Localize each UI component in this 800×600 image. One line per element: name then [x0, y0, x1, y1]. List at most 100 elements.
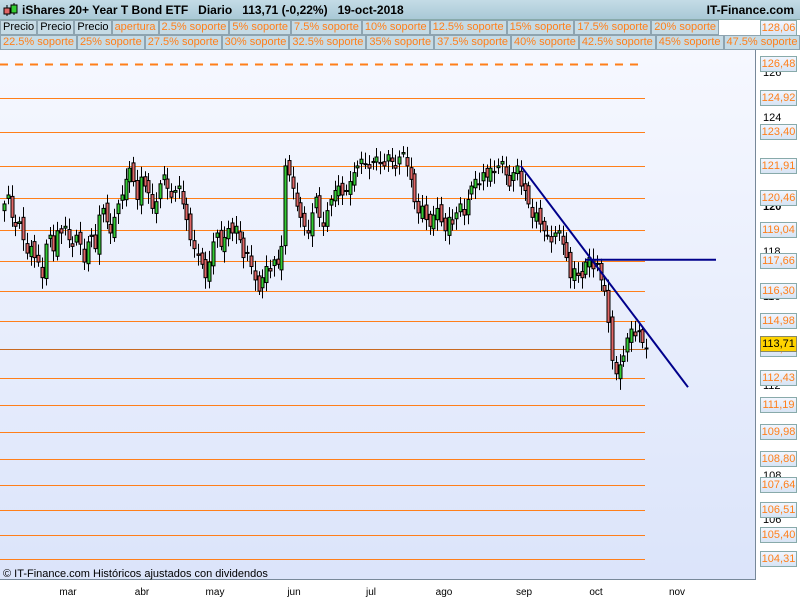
candle-body — [215, 232, 220, 238]
legend-item[interactable]: apertura — [111, 20, 159, 35]
candle-body — [97, 214, 102, 255]
candle-body — [469, 185, 474, 195]
plot-area[interactable] — [0, 50, 756, 580]
candle-body — [390, 157, 395, 162]
candle-body — [169, 190, 174, 198]
legend-item[interactable]: 17.5% soporte — [574, 20, 652, 35]
legend-item[interactable]: Precio — [0, 20, 38, 35]
candle-body — [272, 259, 277, 267]
candle-body — [488, 167, 493, 182]
candle-body — [40, 266, 45, 279]
legend-item[interactable]: 30% soporte — [221, 35, 290, 50]
candle-body — [127, 167, 132, 183]
legend-row-2: 22.5% soporte 25% soporte 27.5% soporte 30%… — [0, 35, 800, 50]
candle-body — [154, 201, 159, 214]
legend-item[interactable]: 37.5% soporte — [434, 35, 512, 50]
price-axis: 126124122120118116114112110108106128,061… — [757, 20, 800, 580]
legend-item[interactable]: 20% soporte — [651, 20, 720, 35]
candle-body — [424, 204, 429, 221]
candle-body — [10, 195, 15, 218]
chart-title: iShares 20+ Year T Bond ETF Diario 113,7… — [22, 3, 404, 17]
candle-body — [481, 172, 486, 182]
candle-body — [644, 347, 649, 350]
candle-body — [336, 185, 341, 197]
legend-item[interactable]: 12.5% soporte — [429, 20, 507, 35]
legend-item[interactable]: 27.5% soporte — [144, 35, 222, 50]
legend-item[interactable]: 2.5% soporte — [158, 20, 230, 35]
candle-body — [150, 194, 155, 209]
candle-body — [82, 248, 87, 263]
candle-body — [253, 270, 258, 281]
candle-body — [86, 241, 91, 265]
candle-body — [583, 261, 588, 275]
candle-body — [226, 228, 231, 240]
candle-body — [553, 232, 558, 237]
legend-item[interactable]: 35% soporte — [366, 35, 435, 50]
candle-body — [101, 207, 106, 215]
legend-item[interactable]: Precio — [74, 20, 112, 35]
candle-body — [51, 235, 56, 252]
candle-body — [279, 245, 284, 271]
legend-item[interactable]: 15% soporte — [506, 20, 575, 35]
legend-item[interactable]: 22.5% soporte — [0, 35, 77, 50]
level-label: 123,40 — [760, 124, 797, 141]
level-label: 108,80 — [760, 450, 797, 467]
candle-body — [184, 203, 189, 221]
candle-body — [393, 165, 398, 169]
legend-item[interactable]: 10% soporte — [361, 20, 430, 35]
level-label: 116,30 — [760, 283, 797, 300]
candle-body — [511, 172, 516, 181]
candle-body — [378, 161, 383, 165]
candle-body — [450, 219, 455, 225]
candle-body — [507, 174, 512, 187]
candle-body — [542, 220, 547, 232]
footer-note: © IT-Finance.com Históricos ajustados co… — [3, 568, 268, 580]
candle-body — [234, 225, 239, 234]
site-name: IT-Finance.com — [706, 3, 794, 17]
legend-item[interactable]: 5% soporte — [229, 20, 292, 35]
candle-body — [112, 216, 117, 239]
candle-body — [538, 207, 543, 225]
legend-item[interactable]: 45% soporte — [655, 35, 724, 50]
candle-body — [44, 243, 49, 280]
level-label: 117,66 — [760, 252, 797, 269]
candle-body — [458, 203, 463, 213]
candle-body — [416, 200, 421, 214]
legend-item[interactable]: 25% soporte — [76, 35, 145, 50]
candle-body — [25, 243, 30, 254]
level-label: 104,31 — [760, 551, 797, 568]
candle-body — [59, 228, 64, 234]
candle-body — [55, 230, 60, 257]
candle-body — [606, 289, 611, 323]
legend-item[interactable]: 40% soporte — [511, 35, 579, 50]
candle-body — [325, 210, 330, 227]
candle-body — [640, 329, 645, 343]
candle-body — [78, 231, 83, 245]
candle-body — [629, 328, 634, 343]
candle-body — [260, 277, 265, 289]
candle-body — [466, 198, 471, 216]
current-price-label: 113,71 — [760, 335, 797, 352]
candle-body — [310, 212, 315, 237]
level-label: 114,98 — [760, 312, 797, 329]
legend-item[interactable]: 7.5% soporte — [291, 20, 362, 35]
candle-body — [268, 268, 273, 272]
legend-item[interactable]: 42.5% soporte — [578, 35, 656, 50]
candle-body — [249, 255, 254, 268]
candle-body — [621, 355, 626, 363]
x-tick-label: oct — [589, 587, 603, 598]
legend-item[interactable]: Precio — [37, 20, 75, 35]
candle-body — [70, 243, 75, 247]
candle-body — [287, 160, 292, 176]
candle-body — [359, 158, 364, 165]
candle-body — [105, 202, 110, 223]
candle-body — [93, 234, 98, 250]
candle-body — [412, 173, 417, 203]
legend-item[interactable]: 32.5% soporte — [289, 35, 367, 50]
candle-body — [576, 272, 581, 276]
x-tick-label: sep — [515, 587, 533, 598]
candle-body — [454, 212, 459, 220]
candle-body — [63, 225, 68, 229]
level-label: 121,91 — [760, 157, 797, 174]
candle-body — [329, 198, 334, 206]
